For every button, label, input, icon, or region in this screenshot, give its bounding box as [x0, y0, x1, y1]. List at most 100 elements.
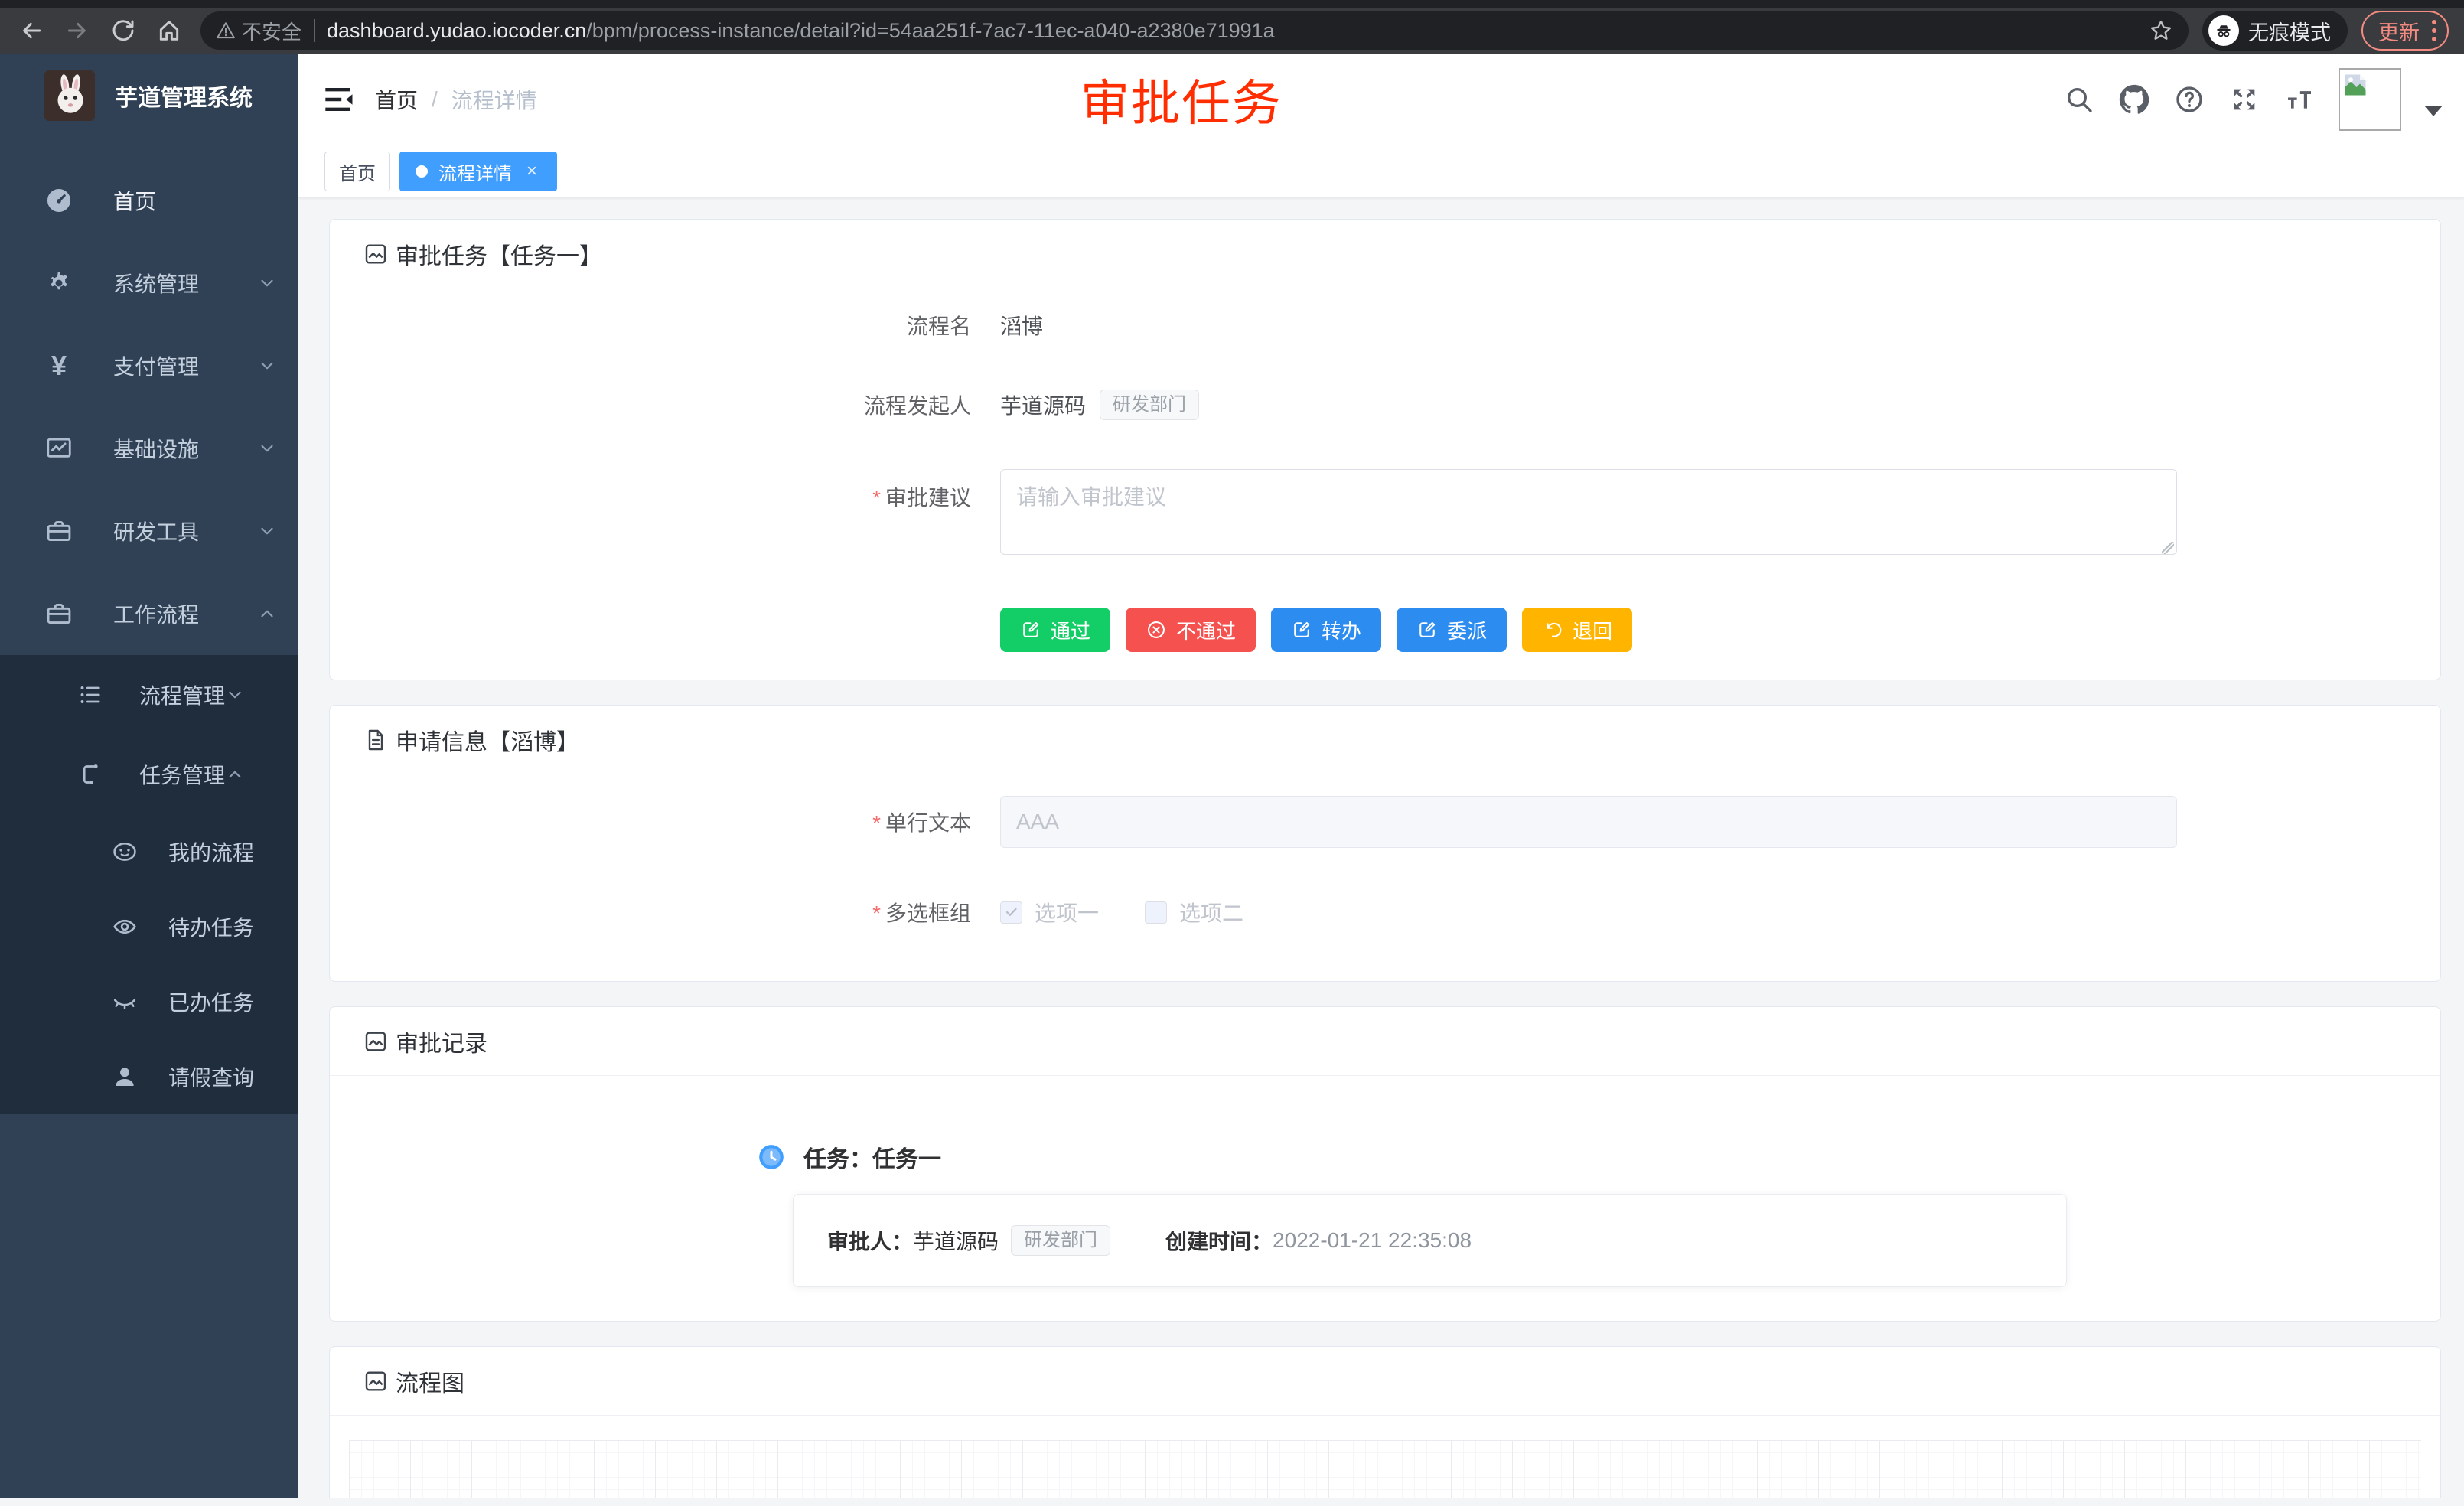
timeline-task-title: 任务：任务一: [803, 1140, 941, 1174]
sidebar-item-home[interactable]: 首页: [0, 159, 298, 242]
tab-process-detail[interactable]: 流程详情 ×: [399, 152, 557, 191]
sidebar-item-process-mgmt[interactable]: 流程管理: [0, 655, 298, 735]
broken-image-icon: [2342, 71, 2369, 99]
gear-icon: [44, 269, 73, 298]
avatar[interactable]: [2339, 68, 2401, 131]
created-time-label: 创建时间：: [1165, 1225, 1273, 1256]
address-bar[interactable]: 不安全 dashboard.yudao.iocoder.cn/bpm/proce…: [200, 11, 2189, 50]
sidebar-item-workflow[interactable]: 工作流程: [0, 572, 298, 655]
user-icon: [112, 1064, 138, 1090]
not-secure-label[interactable]: 不安全: [242, 17, 301, 45]
breadcrumb: 首页 / 流程详情: [375, 84, 537, 115]
tab-close-icon[interactable]: ×: [523, 161, 541, 182]
browser-toolbar: 不安全 dashboard.yudao.iocoder.cn/bpm/proce…: [0, 0, 2464, 54]
text-field-row: *单行文本: [330, 796, 2440, 848]
sidebar-item-label: 任务管理: [139, 759, 225, 790]
checkbox-option-2[interactable]: 选项二: [1145, 897, 1243, 927]
browser-update-button[interactable]: 更新: [2361, 11, 2449, 51]
app-title: 芋道管理系统: [115, 79, 253, 112]
sidebar-item-devtools[interactable]: 研发工具: [0, 490, 298, 572]
return-button-label: 退回: [1573, 616, 1612, 644]
checkbox-group-row: *多选框组 选项一 选项二: [330, 897, 2440, 927]
document-icon: [363, 728, 388, 752]
eye-open-icon: [112, 914, 138, 940]
avatar-caret-icon[interactable]: [2424, 106, 2443, 116]
back-arrow-icon: [19, 18, 44, 43]
chevron-up-icon: [257, 604, 277, 624]
incognito-label: 无痕模式: [2248, 16, 2331, 46]
face-icon: [112, 839, 138, 865]
delegate-button-label: 委派: [1447, 616, 1487, 644]
created-time-value: 2022-01-21 22:35:08: [1273, 1228, 1472, 1253]
approver-dept-tag: 研发部门: [1011, 1225, 1110, 1256]
opinion-label: *审批建议: [330, 469, 986, 512]
help-icon[interactable]: [2173, 83, 2205, 116]
sidebar-item-label: 基础设施: [113, 433, 257, 464]
opinion-row: *审批建议: [330, 469, 2440, 559]
sidebar-item-task-mgmt[interactable]: 任务管理: [0, 735, 298, 814]
opinion-textarea[interactable]: [1000, 469, 2177, 555]
apply-card-header: 申请信息【滔博】: [330, 706, 2440, 774]
sidebar-item-leave-query[interactable]: 请假查询: [0, 1039, 298, 1114]
sidebar-item-infra[interactable]: 基础设施: [0, 407, 298, 490]
tab-home[interactable]: 首页: [324, 152, 390, 191]
sidebar-item-done-tasks[interactable]: 已办任务: [0, 964, 298, 1039]
toolbox-icon: [44, 599, 73, 628]
page-content: 审批任务【任务一】 流程名 滔博 流程发起人 芋道源码 研发部门: [298, 197, 2464, 1498]
menu-fold-icon[interactable]: [323, 83, 357, 116]
checkbox-checked-icon: [1000, 901, 1022, 924]
browser-home-button[interactable]: [152, 13, 187, 48]
edit-icon: [1291, 619, 1312, 641]
breadcrumb-home[interactable]: 首页: [375, 84, 418, 115]
bookmark-star-icon[interactable]: [2149, 18, 2173, 43]
reject-button-label: 不通过: [1176, 616, 1236, 644]
chevron-down-icon: [257, 273, 277, 293]
approve-button[interactable]: 通过: [1000, 608, 1110, 652]
search-icon[interactable]: [2063, 83, 2095, 116]
github-icon[interactable]: [2118, 83, 2150, 116]
sidebar-item-payment[interactable]: ¥ 支付管理: [0, 324, 298, 407]
forward-arrow-icon: [65, 18, 90, 43]
sidebar-item-my-process[interactable]: 我的流程: [0, 814, 298, 889]
yen-icon: ¥: [44, 351, 73, 380]
toolbox-icon: [44, 517, 73, 546]
reject-button[interactable]: 不通过: [1126, 608, 1256, 652]
text-field-input[interactable]: [1000, 796, 2177, 848]
incognito-badge: 无痕模式: [2202, 11, 2348, 51]
font-size-icon[interactable]: [2283, 83, 2316, 116]
fullscreen-icon[interactable]: [2228, 83, 2260, 116]
list-icon: [77, 681, 104, 709]
sidebar-item-label: 首页: [113, 185, 277, 216]
browser-back-button[interactable]: [14, 13, 49, 48]
delegate-button[interactable]: 委派: [1397, 608, 1507, 652]
browser-forward-button[interactable]: [60, 13, 95, 48]
sidebar-item-system[interactable]: 系统管理: [0, 242, 298, 324]
return-button[interactable]: 退回: [1522, 608, 1632, 652]
process-name-value: 滔博: [1000, 310, 1043, 341]
checkbox-option-1[interactable]: 选项一: [1000, 897, 1099, 927]
required-asterisk: *: [872, 486, 881, 510]
approve-actions: 通过 不通过 转办 委: [1000, 608, 2440, 652]
dashboard-icon: [44, 186, 73, 215]
navbar-actions: [2063, 68, 2443, 131]
sidebar-item-label: 流程管理: [139, 680, 225, 710]
starter-name: 芋道源码: [1000, 390, 1086, 420]
approval-record-card: 审批记录 任务：任务一 审批人： 芋道源码 研发部门: [329, 1006, 2441, 1322]
sidebar-item-label: 支付管理: [113, 350, 257, 381]
browser-reload-button[interactable]: [106, 13, 141, 48]
picture-icon: [363, 1029, 388, 1054]
approver-value: 芋道源码: [913, 1225, 999, 1256]
sidebar-item-label: 已办任务: [168, 986, 254, 1017]
apply-card-body: *单行文本 *多选框组 选项一: [330, 774, 2440, 981]
bpmn-canvas[interactable]: [349, 1440, 2421, 1498]
sidebar-menu: 首页 系统管理 ¥ 支付管理 基础设施: [0, 138, 298, 1114]
chevron-down-icon: [225, 685, 245, 705]
monitor-icon: [44, 434, 73, 463]
browser-menu-icon[interactable]: [2432, 20, 2436, 41]
sidebar-logo-row[interactable]: 芋道管理系统: [0, 54, 298, 138]
sidebar-item-todo-tasks[interactable]: 待办任务: [0, 889, 298, 964]
url-text[interactable]: dashboard.yudao.iocoder.cn/bpm/process-i…: [327, 19, 1275, 43]
checkbox-unchecked-icon: [1145, 901, 1167, 924]
record-card-body: 任务：任务一 审批人： 芋道源码 研发部门 创建时间： 2022-01-21 2…: [330, 1076, 2440, 1321]
transfer-button[interactable]: 转办: [1271, 608, 1381, 652]
